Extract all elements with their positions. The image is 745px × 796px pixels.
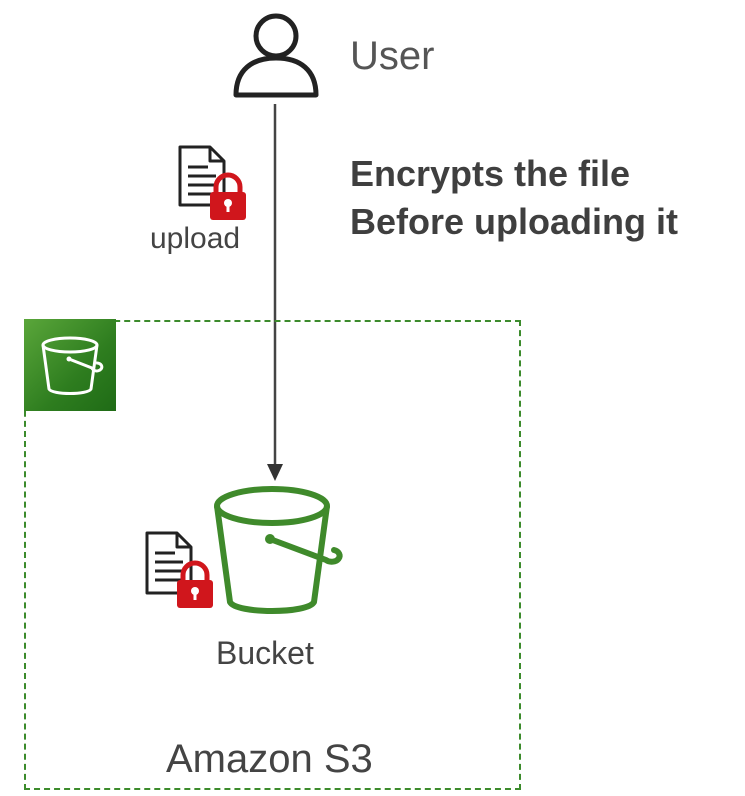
bucket-label: Bucket: [216, 635, 314, 671]
stored-locked-document-icon: [145, 531, 213, 608]
upload-locked-document-icon: [178, 145, 246, 220]
bucket-icon: [214, 486, 343, 614]
encryption-note: Encrypts the file Before uploading it: [350, 150, 678, 246]
s3-service-badge: [24, 319, 116, 411]
note-line-1: Encrypts the file: [350, 153, 631, 194]
s3-bucket-icon: [41, 336, 104, 395]
user-label: User: [350, 34, 435, 78]
user-icon: [233, 13, 319, 98]
amazon-s3-label: Amazon S3: [166, 737, 373, 781]
upload-label: upload: [150, 222, 241, 255]
note-line-2: Before uploading it: [350, 201, 678, 242]
